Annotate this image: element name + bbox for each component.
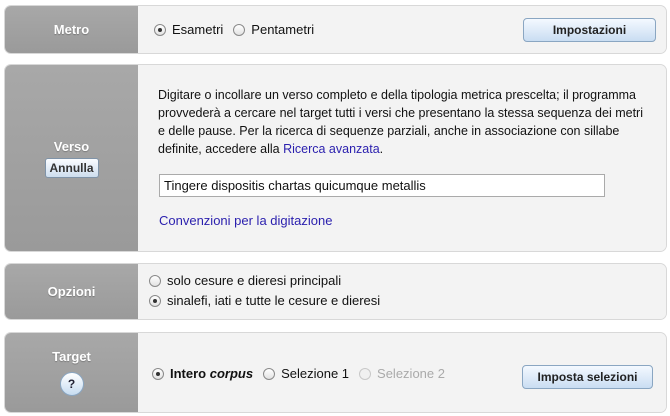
radio-intero-corpus[interactable] bbox=[152, 367, 164, 380]
radio-selezione-2-label: Selezione 2 bbox=[377, 366, 445, 381]
description-text: Digitare o incollare un verso completo e… bbox=[158, 88, 643, 156]
radio-selezione-1-label[interactable]: Selezione 1 bbox=[281, 366, 349, 381]
verso-label-cell: Verso Annulla bbox=[5, 65, 138, 251]
radio-sinalefi-label[interactable]: sinalefi, iati e tutte le cesure e diere… bbox=[167, 293, 380, 308]
target-label: Target bbox=[52, 349, 91, 364]
target-label-cell: Target ? bbox=[5, 333, 138, 412]
option-row-all: sinalefi, iati e tutte le cesure e diere… bbox=[149, 293, 390, 308]
target-panel: Target ? Intero corpus Selezione 1 Selez… bbox=[5, 333, 666, 412]
radio-pentametri-label[interactable]: Pentametri bbox=[251, 22, 314, 37]
target-content: Intero corpus Selezione 1 Selezione 2 Im… bbox=[138, 333, 666, 412]
radio-cesure-principali-label[interactable]: solo cesure e dieresi principali bbox=[167, 273, 341, 288]
radio-selezione-1[interactable] bbox=[263, 367, 276, 380]
option-row-principal: solo cesure e dieresi principali bbox=[149, 273, 351, 288]
radio-esametri-label[interactable]: Esametri bbox=[172, 22, 223, 37]
metro-panel: Metro Esametri Pentametri Impostazioni bbox=[5, 6, 666, 53]
opzioni-panel: Opzioni solo cesure e dieresi principali… bbox=[5, 264, 666, 319]
radio-esametri[interactable] bbox=[154, 23, 166, 36]
radio-cesure-principali[interactable] bbox=[149, 274, 161, 287]
opzioni-content: solo cesure e dieresi principali sinalef… bbox=[138, 264, 666, 319]
metro-label-cell: Metro bbox=[5, 6, 138, 53]
radio-selezione-2 bbox=[359, 367, 372, 380]
radio-sinalefi[interactable] bbox=[149, 294, 161, 307]
settings-button[interactable]: Impostazioni bbox=[523, 18, 656, 42]
cancel-button[interactable]: Annulla bbox=[44, 157, 99, 178]
opzioni-label-cell: Opzioni bbox=[5, 264, 138, 319]
radio-intero-corpus-label[interactable]: Intero corpus bbox=[170, 366, 253, 381]
target-options: Intero corpus Selezione 1 Selezione 2 bbox=[152, 366, 455, 381]
corpus-text: corpus bbox=[209, 366, 254, 381]
help-button[interactable]: ? bbox=[59, 372, 84, 396]
intero-text: Intero bbox=[170, 366, 210, 381]
metro-options: Esametri Pentametri bbox=[154, 22, 324, 37]
conventions-link[interactable]: Convenzioni per la digitazione bbox=[159, 213, 332, 228]
opzioni-label: Opzioni bbox=[47, 284, 96, 299]
radio-pentametri[interactable] bbox=[233, 23, 246, 36]
set-selections-button[interactable]: Imposta selezioni bbox=[522, 365, 653, 389]
advanced-search-link[interactable]: Ricerca avanzata bbox=[283, 142, 380, 156]
verso-panel: Verso Annulla Digitare o incollare un ve… bbox=[5, 65, 666, 251]
verso-label: Verso bbox=[53, 138, 90, 154]
verse-input[interactable]: Tingere dispositis chartas quicumque met… bbox=[159, 174, 605, 197]
metro-content: Esametri Pentametri Impostazioni bbox=[138, 6, 666, 53]
metro-label: Metro bbox=[53, 22, 90, 37]
verso-content: Digitare o incollare un verso completo e… bbox=[138, 65, 666, 251]
description-end: . bbox=[379, 142, 384, 156]
verso-description: Digitare o incollare un verso completo e… bbox=[158, 86, 648, 158]
